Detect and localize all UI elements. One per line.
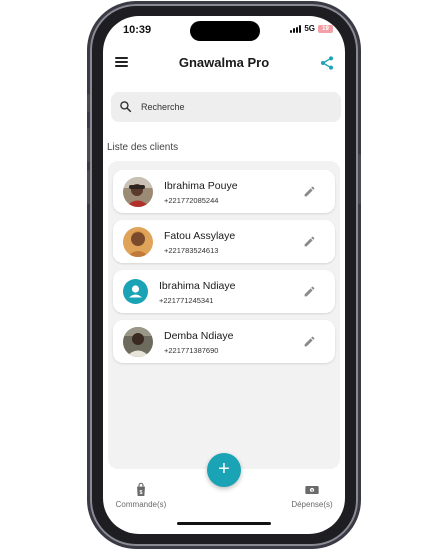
app-screen: 10:39 5G 19 Gnawalma Pro Recherche Liste… [103, 16, 345, 534]
search-input[interactable] [141, 99, 331, 115]
client-phone: +221783524613 [164, 246, 219, 255]
nav-expenses[interactable]: $ Dépense(s) [285, 482, 339, 509]
status-bar: 10:39 5G 19 [103, 16, 345, 46]
person-icon [123, 279, 148, 304]
signal-icon [290, 24, 302, 33]
shopping-bag-icon: $ [137, 482, 145, 496]
client-name: Ibrahima Ndiaye [159, 280, 236, 292]
page-title: Gnawalma Pro [178, 55, 270, 70]
network-type: 5G [304, 24, 315, 33]
client-card[interactable]: Fatou Assylaye +221783524613 [113, 220, 335, 263]
client-phone: +221771245341 [159, 296, 214, 305]
money-icon: $ [305, 486, 319, 494]
client-name: Ibrahima Pouye [164, 180, 238, 192]
volume-down-button [87, 170, 90, 204]
client-avatar [123, 177, 153, 207]
home-indicator [177, 522, 271, 525]
status-time: 10:39 [123, 24, 152, 36]
volume-up-button [87, 128, 90, 162]
client-name: Demba Ndiaye [164, 330, 234, 342]
mute-switch [87, 94, 90, 112]
power-button [358, 154, 361, 204]
client-card[interactable]: Ibrahima Ndiaye +221771245341 [113, 270, 335, 313]
client-list: Ibrahima Pouye +221772085244 Fatou Assyl… [108, 161, 340, 469]
nav-expenses-label: Dépense(s) [291, 500, 333, 509]
share-icon[interactable] [319, 55, 335, 71]
client-phone: +221772085244 [164, 196, 219, 205]
edit-icon[interactable] [303, 185, 316, 198]
search-icon [120, 101, 132, 113]
add-client-button[interactable]: + [207, 453, 241, 487]
client-card[interactable]: Demba Ndiaye +221771387690 [113, 320, 335, 363]
app-bar: Gnawalma Pro [103, 48, 345, 78]
client-card[interactable]: Ibrahima Pouye +221772085244 [113, 170, 335, 213]
edit-icon[interactable] [303, 285, 316, 298]
client-phone: +221771387690 [164, 346, 219, 355]
section-title: Liste des clients [107, 142, 179, 153]
nav-orders[interactable]: $ Commande(s) [113, 482, 169, 509]
client-name: Fatou Assylaye [164, 230, 236, 242]
nav-orders-label: Commande(s) [115, 500, 167, 509]
client-avatar [123, 227, 153, 257]
svg-text:$: $ [140, 490, 143, 496]
edit-icon[interactable] [303, 335, 316, 348]
search-bar[interactable] [111, 92, 341, 122]
battery-icon: 19 [318, 24, 333, 33]
status-indicators: 5G 19 [290, 24, 333, 33]
dynamic-island [190, 21, 260, 41]
svg-text:$: $ [311, 488, 313, 492]
phone-frame: 10:39 5G 19 Gnawalma Pro Recherche Liste… [87, 4, 361, 546]
edit-icon[interactable] [303, 235, 316, 248]
client-avatar [123, 327, 153, 357]
